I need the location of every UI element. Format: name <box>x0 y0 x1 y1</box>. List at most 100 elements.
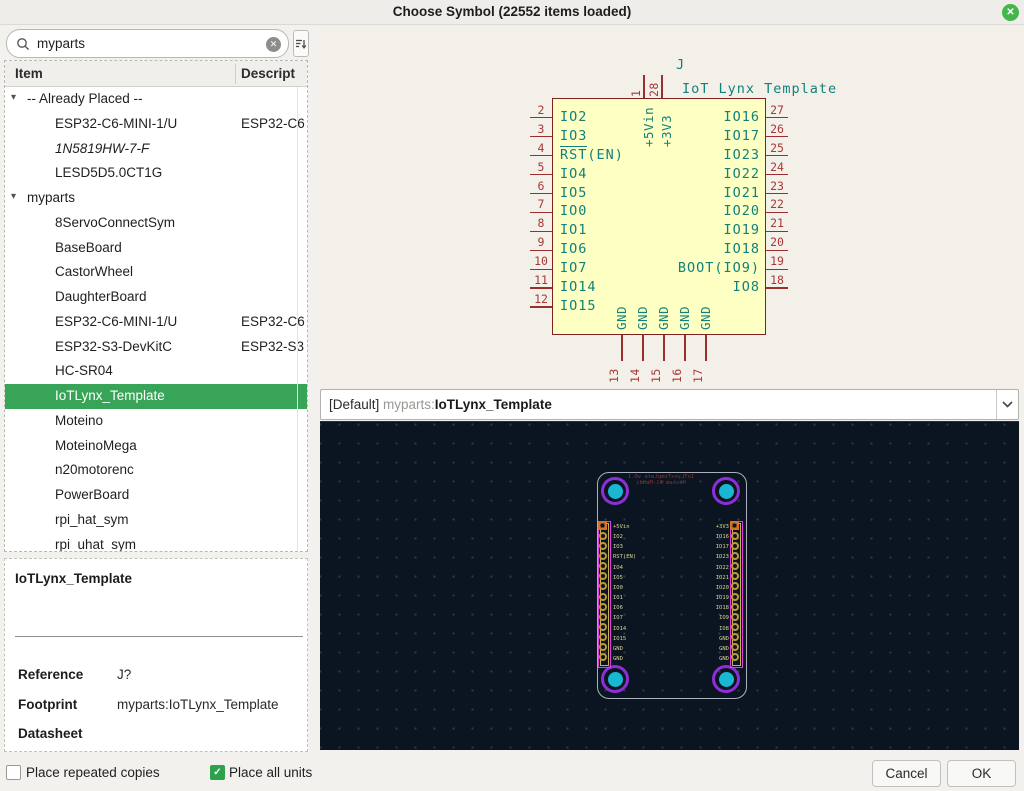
pin-number: 10 <box>530 255 552 267</box>
pad[interactable] <box>599 532 607 540</box>
pin-line <box>530 269 552 271</box>
pad[interactable] <box>731 613 739 621</box>
pad-1[interactable] <box>598 521 607 530</box>
tree-row[interactable]: ESP32-S3-DevKitCESP32-S3 <box>5 335 307 360</box>
detail-field: Datasheet <box>5 726 307 744</box>
pad-label: IO22 <box>669 565 729 572</box>
pad[interactable] <box>731 562 739 570</box>
column-header-description[interactable]: Descript <box>241 66 295 81</box>
symbol-title: IoT Lynx Template <box>682 81 837 97</box>
pad[interactable] <box>599 603 607 611</box>
pad[interactable] <box>731 633 739 641</box>
pad[interactable] <box>731 572 739 580</box>
pad-label: GND <box>669 646 729 653</box>
mounting-hole-core <box>608 672 623 687</box>
pad[interactable] <box>599 633 607 641</box>
search-input[interactable]: myparts ✕ <box>6 29 289 58</box>
tree-row[interactable]: CastorWheel <box>5 260 307 285</box>
pin-name: IO16 <box>723 110 760 125</box>
pin-name: IO17 <box>723 129 760 144</box>
pad-label: IO9 <box>669 615 729 622</box>
tree-row-label: LESD5D5.0CT1G <box>55 165 162 180</box>
ok-button[interactable]: OK <box>947 760 1016 787</box>
tree-row[interactable]: PowerBoard <box>5 483 307 508</box>
tree-row[interactable]: n20motorenc <box>5 458 307 483</box>
pad[interactable] <box>731 623 739 631</box>
pad[interactable] <box>731 532 739 540</box>
pad[interactable] <box>731 643 739 651</box>
pin-number: 9 <box>530 236 552 248</box>
footprint-select[interactable]: [Default] myparts:IoTLynx_Template <box>320 389 1019 420</box>
tree-row[interactable]: rpi_uhat_sym <box>5 533 307 553</box>
place-all-units-checkbox[interactable]: ✓ <box>210 765 225 780</box>
pin-name: IO0 <box>560 204 587 219</box>
pad[interactable] <box>599 582 607 590</box>
tree-row[interactable]: rpi_hat_sym <box>5 508 307 533</box>
detail-field-value: myparts:IoTLynx_Template <box>117 697 279 712</box>
tree-row[interactable]: DaughterBoard <box>5 285 307 310</box>
tree-row-label: n20motorenc <box>55 462 134 477</box>
tree-row[interactable]: 1N5819HW-7-F <box>5 137 307 162</box>
pad[interactable] <box>731 603 739 611</box>
pad-label: IO14 <box>613 626 626 633</box>
pad[interactable] <box>731 653 739 661</box>
pin-line <box>766 193 788 195</box>
expander-icon[interactable]: ▾ <box>11 191 16 202</box>
pin-name: IO7 <box>560 261 587 276</box>
pad[interactable] <box>599 653 607 661</box>
pin-line <box>766 174 788 176</box>
pad-label: RST(EN) <box>613 554 636 561</box>
footprint-name: IoTLynx_Template <box>435 397 552 412</box>
cancel-button[interactable]: Cancel <box>872 760 941 787</box>
place-repeated-copies-checkbox[interactable] <box>6 765 21 780</box>
tree-row[interactable]: IoTLynx_Template <box>5 384 307 409</box>
pin-name: IO18 <box>723 242 760 257</box>
footprint-preview-pane[interactable]: IoTLynxTemplate v0.1Hesham Al-Mehdi+5Vin… <box>320 421 1019 750</box>
pad[interactable] <box>599 542 607 550</box>
pad[interactable] <box>731 582 739 590</box>
tree-scrollbar[interactable] <box>297 87 298 551</box>
sort-filter-button[interactable] <box>293 30 309 57</box>
close-icon[interactable]: ✕ <box>1002 4 1019 21</box>
pad-label: IO7 <box>613 615 623 622</box>
tree-row[interactable]: 8ServoConnectSym <box>5 211 307 236</box>
tree-row[interactable]: MoteinoMega <box>5 434 307 459</box>
clear-search-icon[interactable]: ✕ <box>266 37 281 52</box>
pin-line <box>530 287 552 289</box>
tree-row[interactable]: BaseBoard <box>5 236 307 261</box>
tree-row[interactable]: Moteino <box>5 409 307 434</box>
pin-line <box>766 212 788 214</box>
pad[interactable] <box>599 643 607 651</box>
expander-icon[interactable]: ▾ <box>11 92 16 103</box>
pad[interactable] <box>731 593 739 601</box>
tree-row[interactable]: ESP32-C6-MINI-1/UESP32-C6 <box>5 112 307 137</box>
tree-row[interactable]: ▾myparts <box>5 186 307 211</box>
tree-row-label: rpi_hat_sym <box>55 512 129 527</box>
pad[interactable] <box>599 552 607 560</box>
tree-row[interactable]: HC-SR04 <box>5 359 307 384</box>
pad[interactable] <box>599 593 607 601</box>
pad[interactable] <box>599 613 607 621</box>
pad[interactable] <box>731 552 739 560</box>
chevron-down-icon[interactable] <box>996 390 1018 419</box>
pin-name: IO5 <box>560 186 587 201</box>
pad-label: IO15 <box>613 636 626 643</box>
pad[interactable] <box>599 572 607 580</box>
tree-header: Item Descript <box>5 61 307 87</box>
tree-row[interactable]: LESD5D5.0CT1G <box>5 161 307 186</box>
pad[interactable] <box>731 542 739 550</box>
details-panel: IoTLynx_Template ReferenceJ?Footprintmyp… <box>4 558 308 752</box>
detail-field-label: Footprint <box>18 697 77 712</box>
tree-row[interactable]: ▾-- Already Placed -- <box>5 87 307 112</box>
pad-label: IO2 <box>613 534 623 541</box>
symbol-preview-pane[interactable]: JIoT Lynx Template2IO23IO34RST(EN)5IO46I… <box>320 25 1024 389</box>
pad-label: IO4 <box>613 565 623 572</box>
pad[interactable] <box>599 562 607 570</box>
column-divider[interactable] <box>235 64 236 84</box>
column-header-item[interactable]: Item <box>15 66 43 81</box>
pin-name: +3V3 <box>659 101 673 147</box>
pad-label: IO6 <box>613 605 623 612</box>
tree-row[interactable]: ESP32-C6-MINI-1/UESP32-C6 <box>5 310 307 335</box>
pad-1[interactable] <box>730 521 739 530</box>
pad[interactable] <box>599 623 607 631</box>
